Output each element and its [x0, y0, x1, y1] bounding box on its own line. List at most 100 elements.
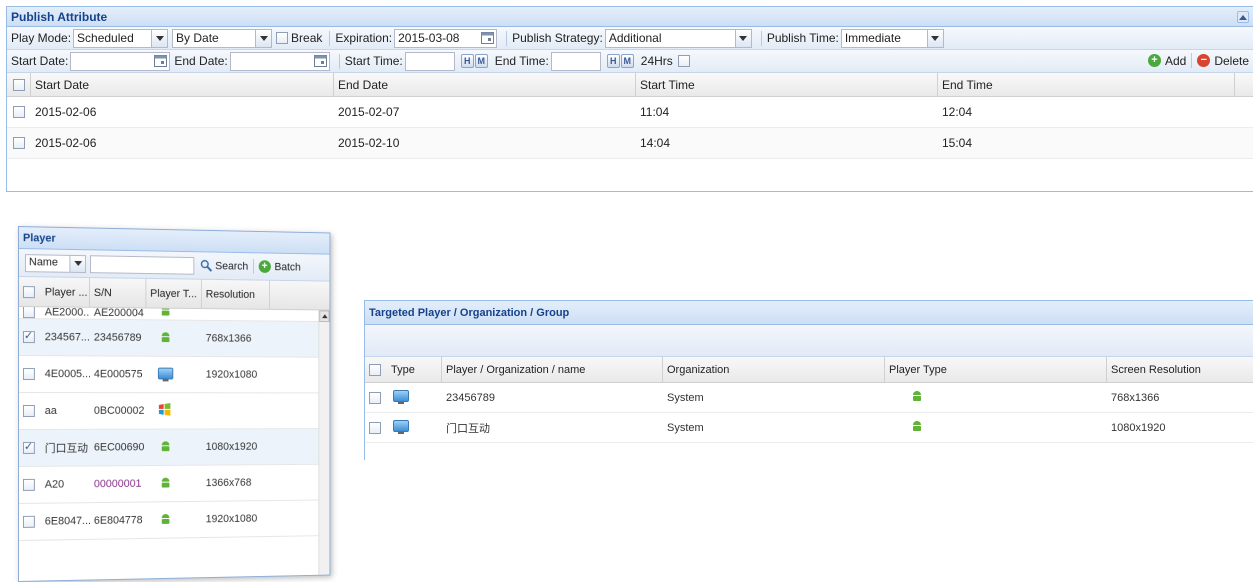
row-checkbox-cell[interactable] — [19, 441, 41, 455]
column-screen-resolution[interactable]: Screen Resolution — [1107, 357, 1247, 382]
select-all-checkbox-cell[interactable] — [19, 285, 41, 298]
select-all-checkbox[interactable] — [369, 363, 381, 376]
end-time-field[interactable] — [550, 51, 601, 71]
chevron-down-icon[interactable] — [69, 255, 86, 272]
row-checkbox-cell[interactable] — [19, 405, 41, 418]
publish-time-select[interactable]: Immediate — [840, 28, 944, 48]
add-button[interactable]: + Add — [1147, 54, 1186, 68]
row-checkbox[interactable] — [13, 106, 25, 118]
table-row[interactable]: A20 00000001 1366x768 — [18, 464, 330, 504]
table-row[interactable]: aa 0BC00002 — [18, 393, 330, 430]
hour-spin-icon[interactable]: H — [460, 54, 474, 68]
player-name-cell: A20 — [44, 478, 65, 491]
calendar-icon[interactable] — [152, 53, 169, 70]
table-row[interactable]: 23456789 System 768x1366 — [365, 383, 1253, 413]
end-time-spinner[interactable]: HM — [606, 54, 635, 68]
select-all-checkbox-cell[interactable] — [7, 73, 31, 96]
table-row[interactable]: 6E8047... 6E804778 1920x1080 — [18, 500, 330, 541]
row-checkbox-cell[interactable] — [365, 421, 387, 434]
android-icon — [885, 420, 1107, 435]
select-all-checkbox-cell[interactable] — [365, 363, 387, 376]
column-name[interactable]: Player / Organization / name — [442, 357, 663, 382]
row-checkbox-cell[interactable] — [19, 307, 41, 319]
table-row[interactable]: 234567... 23456789 768x1366 — [18, 319, 330, 358]
column-player-name[interactable]: Player ... — [40, 277, 90, 307]
row-checkbox[interactable] — [22, 307, 35, 319]
row-checkbox-cell[interactable] — [19, 331, 41, 344]
search-button[interactable]: Search — [200, 259, 248, 272]
expiration-date-value: 2015-03-08 — [398, 30, 460, 45]
column-start-time[interactable]: Start Time — [636, 73, 938, 96]
24hrs-checkbox[interactable] — [677, 55, 690, 67]
publish-strategy-select[interactable]: Additional — [604, 28, 752, 48]
expiration-label: Expiration: — [335, 31, 393, 45]
chevron-down-icon[interactable] — [926, 29, 943, 47]
date-mode-select[interactable]: By Date — [172, 28, 273, 48]
end-date-label: End Date: — [174, 54, 228, 68]
player-filter-select[interactable]: Name — [24, 253, 87, 273]
table-row[interactable]: 4E0005... 4E000575 1920x1080 — [18, 356, 330, 394]
row-checkbox-cell[interactable] — [19, 478, 41, 491]
table-row[interactable]: 2015-02-06 2015-02-10 14:04 15:04 — [7, 128, 1253, 159]
column-type[interactable]: Type — [387, 357, 442, 382]
select-all-checkbox[interactable] — [22, 285, 35, 298]
chevron-down-icon[interactable] — [255, 29, 272, 47]
player-grid-scrollbar[interactable] — [318, 310, 330, 575]
start-date-field[interactable] — [70, 51, 171, 71]
end-date-field[interactable] — [229, 51, 330, 71]
row-checkbox[interactable] — [369, 391, 381, 404]
serial-number-cell: 6EC00690 — [93, 441, 145, 454]
chevron-down-icon[interactable] — [734, 29, 751, 47]
row-checkbox[interactable] — [22, 478, 35, 491]
table-row[interactable]: 门口互动 System 1080x1920 — [365, 413, 1253, 443]
player-name-cell: aa — [44, 404, 57, 417]
start-time-spinner[interactable]: HM — [460, 54, 489, 68]
delete-button[interactable]: − Delete — [1197, 54, 1249, 68]
select-all-checkbox[interactable] — [12, 78, 25, 91]
expiration-date-field[interactable]: 2015-03-08 — [394, 28, 498, 48]
chevron-down-icon[interactable] — [151, 29, 168, 47]
column-player-type[interactable]: Player T... — [146, 278, 202, 309]
hour-spin-icon[interactable]: H — [606, 54, 620, 68]
minute-spin-icon[interactable]: M — [620, 54, 634, 68]
table-row[interactable]: 门口互动 6EC00690 1080x1920 — [18, 429, 330, 467]
break-checkbox[interactable] — [276, 32, 289, 44]
row-checkbox-cell[interactable] — [19, 368, 41, 381]
row-checkbox[interactable] — [22, 405, 35, 418]
publish-strategy-label: Publish Strategy: — [512, 31, 603, 45]
row-checkbox-cell[interactable] — [365, 391, 387, 404]
column-start-date[interactable]: Start Date — [31, 73, 334, 96]
calendar-icon[interactable] — [312, 53, 329, 70]
calendar-icon[interactable] — [479, 30, 496, 47]
start-time-field[interactable] — [404, 51, 455, 71]
row-checkbox[interactable] — [22, 441, 35, 455]
targeted-toolbar — [365, 325, 1253, 357]
column-end-date[interactable]: End Date — [334, 73, 636, 96]
row-checkbox[interactable] — [22, 368, 35, 381]
publish-time-value: Immediate — [844, 30, 901, 45]
column-end-time[interactable]: End Time — [938, 73, 1235, 96]
batch-add-icon: + — [258, 260, 271, 273]
minute-spin-icon[interactable]: M — [474, 54, 488, 68]
player-filter-value: Name — [28, 256, 58, 269]
row-checkbox[interactable] — [22, 515, 35, 528]
row-checkbox[interactable] — [369, 421, 381, 434]
player-search-input[interactable] — [89, 254, 195, 275]
row-checkbox[interactable] — [13, 137, 25, 149]
play-mode-select[interactable]: Scheduled — [73, 28, 169, 48]
start-time-label: Start Time: — [344, 54, 403, 68]
column-resolution[interactable]: Resolution — [201, 279, 270, 309]
scroll-up-icon[interactable] — [319, 310, 330, 323]
table-row[interactable]: 2015-02-06 2015-02-07 11:04 12:04 — [7, 97, 1253, 128]
batch-button[interactable]: + Batch — [258, 260, 301, 273]
row-checkbox-cell[interactable] — [7, 128, 31, 158]
collapse-icon[interactable] — [1237, 11, 1249, 23]
row-checkbox-cell[interactable] — [7, 97, 31, 127]
targeted-grid-header: Type Player / Organization / name Organi… — [365, 357, 1253, 383]
row-checkbox[interactable] — [22, 331, 35, 344]
search-icon — [200, 259, 212, 272]
column-organization[interactable]: Organization — [663, 357, 885, 382]
column-serial-number[interactable]: S/N — [89, 278, 147, 308]
column-player-type[interactable]: Player Type — [885, 357, 1107, 382]
row-checkbox-cell[interactable] — [19, 515, 41, 528]
